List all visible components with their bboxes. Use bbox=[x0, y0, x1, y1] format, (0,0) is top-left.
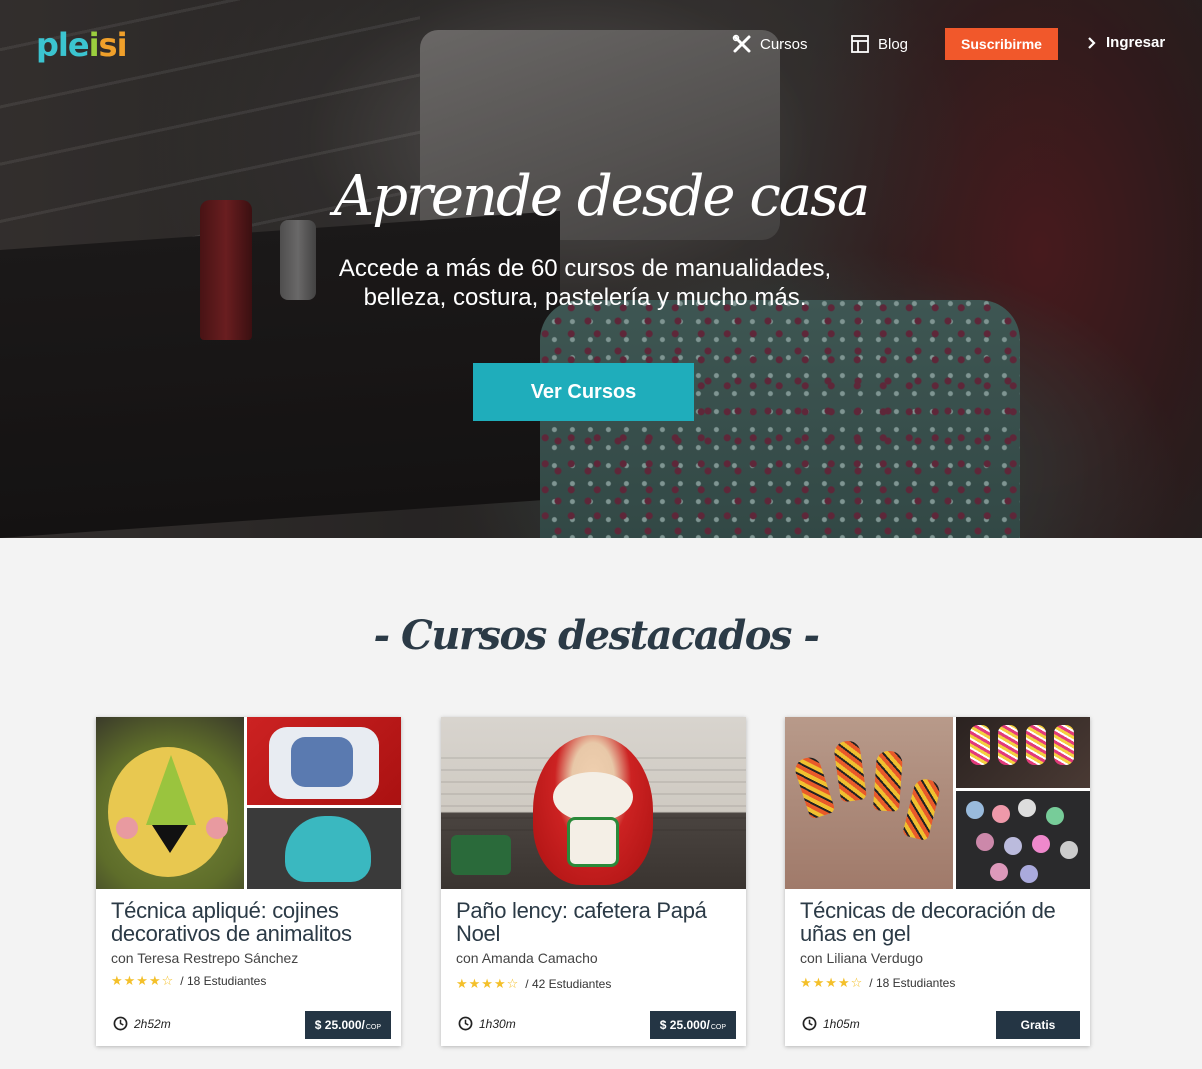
lion-cheek-left bbox=[116, 817, 138, 839]
glitter-jar bbox=[1060, 841, 1078, 859]
course-duration: 1h05m bbox=[802, 1016, 860, 1031]
santa-beard bbox=[553, 772, 633, 822]
clock-icon bbox=[802, 1016, 817, 1031]
duration-label: 1h30m bbox=[479, 1016, 516, 1031]
tools-icon bbox=[732, 34, 751, 53]
dog-face bbox=[291, 737, 353, 787]
thumb-nails-closeup bbox=[956, 717, 1090, 788]
nav-blog-link[interactable]: Blog bbox=[850, 34, 908, 54]
course-thumbnail[interactable] bbox=[96, 717, 401, 889]
price-badge[interactable]: Gratis bbox=[996, 1011, 1080, 1039]
pleisi-logo[interactable]: pleisi bbox=[36, 26, 128, 64]
nail bbox=[872, 750, 904, 812]
clock-icon bbox=[113, 1016, 128, 1031]
course-students: / 18 Estudiantes bbox=[869, 976, 956, 990]
course-rating: ★★★★☆ / 18 Estudiantes bbox=[111, 973, 266, 989]
price-currency: COP bbox=[710, 1023, 726, 1031]
nav-blog-label: Blog bbox=[878, 35, 909, 53]
elephant-plush bbox=[285, 816, 371, 882]
thumb-dog-pillow bbox=[247, 717, 401, 805]
nail bbox=[998, 725, 1018, 765]
top-navigation: pleisi Cursos Blog Suscribirme Ingresar bbox=[0, 0, 1202, 90]
santa-apron bbox=[567, 817, 619, 867]
nail bbox=[902, 776, 942, 842]
glitter-jar bbox=[1020, 865, 1038, 883]
nav-cursos-link[interactable]: Cursos bbox=[732, 34, 808, 54]
course-title[interactable]: Paño lency: cafetera Papá Noel bbox=[456, 899, 736, 945]
price-value: Gratis bbox=[1020, 1018, 1056, 1032]
course-duration: 1h30m bbox=[458, 1016, 516, 1031]
course-thumbnail[interactable] bbox=[441, 717, 746, 889]
login-link[interactable]: Ingresar bbox=[1086, 34, 1165, 51]
logo-part-3: si bbox=[98, 26, 128, 64]
lion-cheek-right bbox=[206, 817, 228, 839]
hero-subtitle-line-2: belleza, costura, pastelería y mucho más… bbox=[363, 284, 807, 311]
nav-cursos-label: Cursos bbox=[760, 35, 808, 53]
glitter-jar bbox=[992, 805, 1010, 823]
logo-part-2: i bbox=[88, 26, 100, 64]
course-students: / 42 Estudiantes bbox=[525, 977, 612, 991]
nail bbox=[970, 725, 990, 765]
star-rating-icons: ★★★★☆ bbox=[800, 975, 864, 990]
glitter-jar bbox=[1046, 807, 1064, 825]
ver-cursos-button[interactable]: Ver Cursos bbox=[473, 363, 694, 421]
subscribe-button[interactable]: Suscribirme bbox=[945, 28, 1058, 60]
course-duration: 2h52m bbox=[113, 1016, 171, 1031]
price-currency: COP bbox=[365, 1023, 381, 1031]
course-author: con Liliana Verdugo bbox=[800, 950, 923, 966]
lion-nose bbox=[152, 825, 188, 853]
thumb-glitter-jars bbox=[956, 791, 1090, 889]
clock-icon bbox=[458, 1016, 473, 1031]
nail bbox=[792, 754, 836, 820]
course-students: / 18 Estudiantes bbox=[180, 974, 267, 988]
hero-banner: pleisi Cursos Blog Suscribirme Ingresar bbox=[0, 0, 1202, 538]
price-value: $ 25.000/ bbox=[314, 1018, 365, 1032]
course-author: con Teresa Restrepo Sánchez bbox=[111, 950, 299, 966]
hero-subtitle-line-1: Accede a más de 60 cursos de manualidade… bbox=[338, 255, 832, 282]
duration-label: 1h05m bbox=[823, 1016, 860, 1031]
course-rating: ★★★★☆ / 18 Estudiantes bbox=[800, 975, 955, 991]
login-label: Ingresar bbox=[1106, 34, 1166, 51]
lion-forehead bbox=[146, 755, 196, 825]
glitter-jar bbox=[966, 801, 984, 819]
hero-title: Aprende desde casa bbox=[333, 164, 870, 229]
duration-label: 2h52m bbox=[134, 1016, 171, 1031]
glitter-jar bbox=[1032, 835, 1050, 853]
glitter-jar bbox=[990, 863, 1008, 881]
course-card[interactable]: Paño lency: cafetera Papá Noel con Amand… bbox=[441, 717, 746, 1046]
course-title[interactable]: Técnica apliqué: cojines decorativos de … bbox=[111, 899, 391, 945]
hero-subtitle: Accede a más de 60 cursos de manualidade… bbox=[0, 254, 1170, 312]
glitter-jar bbox=[976, 833, 994, 851]
nail bbox=[1054, 725, 1074, 765]
star-rating-icons: ★★★★☆ bbox=[456, 976, 520, 991]
course-thumbnail[interactable] bbox=[785, 717, 1090, 889]
star-rating-icons: ★★★★☆ bbox=[111, 973, 175, 988]
thumb-santa-teapot bbox=[441, 717, 746, 889]
nail bbox=[832, 739, 868, 803]
nail bbox=[1026, 725, 1046, 765]
chevron-right-icon bbox=[1088, 36, 1096, 49]
course-card[interactable]: Técnica apliqué: cojines decorativos de … bbox=[96, 717, 401, 1046]
course-title[interactable]: Técnicas de decoración de uñas en gel bbox=[800, 899, 1080, 945]
thumb-nails-hand bbox=[785, 717, 953, 889]
green-felt bbox=[451, 835, 511, 875]
course-author: con Amanda Camacho bbox=[456, 950, 598, 966]
glitter-jar bbox=[1018, 799, 1036, 817]
course-card[interactable]: Técnicas de decoración de uñas en gel co… bbox=[785, 717, 1090, 1046]
price-value: $ 25.000/ bbox=[659, 1018, 710, 1032]
blog-icon bbox=[851, 35, 869, 53]
price-badge[interactable]: $ 25.000/COP bbox=[304, 1011, 391, 1039]
thumb-lion-pillow bbox=[96, 717, 244, 889]
glitter-jar bbox=[1004, 837, 1022, 855]
course-rating: ★★★★☆ / 42 Estudiantes bbox=[456, 976, 611, 992]
logo-part-1: ple bbox=[36, 26, 90, 64]
price-badge[interactable]: $ 25.000/COP bbox=[649, 1011, 736, 1039]
thumb-elephant bbox=[247, 808, 401, 889]
featured-courses-title: - Cursos destacados - bbox=[373, 612, 820, 659]
